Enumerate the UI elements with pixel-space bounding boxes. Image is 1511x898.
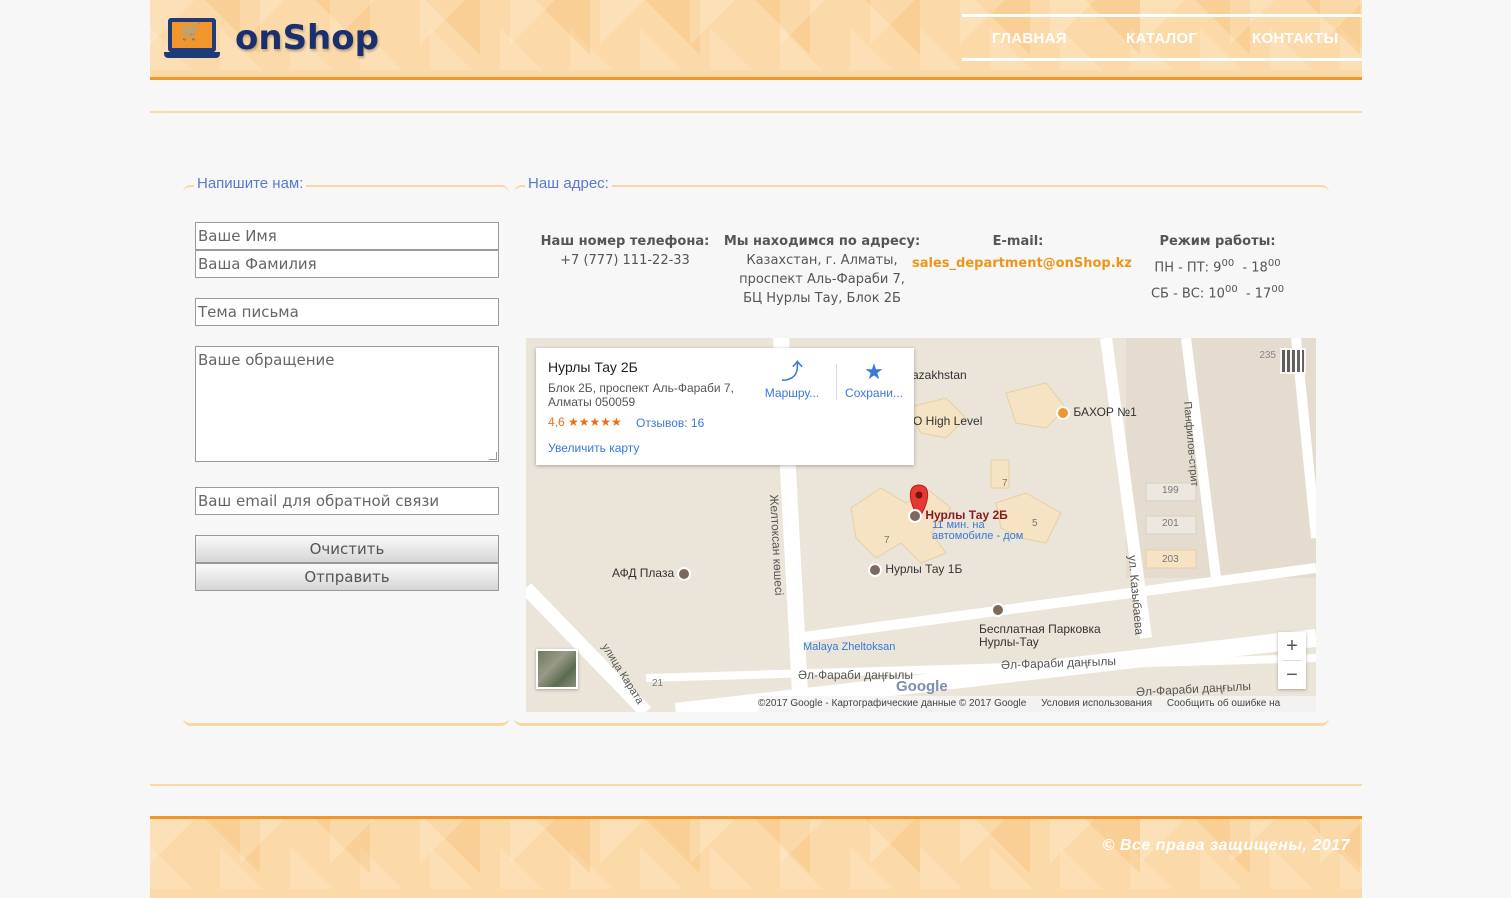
save-place-button[interactable]: ★ Сохрани... <box>839 358 909 400</box>
building-number: 5 <box>1032 518 1038 529</box>
copyright: © Все права защищены, 2017 <box>1102 837 1350 854</box>
email-label: E-mail: <box>992 234 1044 249</box>
hours-block: Режим работы: ПН - ПТ: 900 - 1800 СБ - В… <box>1130 232 1305 304</box>
pin-travel-time: 11 мин. на автомобиле - дом <box>932 519 1024 542</box>
place-address: Блок 2Б, проспект Аль-Фараби 7, Алматы 0… <box>548 381 734 409</box>
address-line: проспект Аль-Фараби 7, <box>739 272 905 287</box>
phone-label: Наш номер телефона: <box>540 234 710 249</box>
google-logo: Google <box>896 678 948 695</box>
subject-input[interactable]: Тема письма <box>195 298 499 326</box>
message-textarea[interactable]: Ваше обращение <box>195 346 499 462</box>
zoom-out-button[interactable]: − <box>1278 661 1306 689</box>
zoom-control: + − <box>1278 632 1306 689</box>
map-label: azakhstan <box>912 368 967 382</box>
logo-text: onShop <box>235 18 379 58</box>
clear-button[interactable]: Очистить <box>195 535 499 563</box>
site-header: 🛒 onShop ГЛАВНАЯ КАТАЛОГ КОНТАКТЫ <box>150 0 1362 80</box>
address-title: Наш адрес: <box>525 175 612 192</box>
write-us-title: Напишите нам: <box>194 175 307 192</box>
phone-value: +7 (777) 111-22-33 <box>560 253 690 268</box>
building-icon <box>908 508 922 523</box>
email-link[interactable]: sales_department@onShop.kz <box>912 254 1132 273</box>
satellite-toggle[interactable] <box>536 649 578 689</box>
qr-code-icon <box>1280 348 1306 374</box>
poi-parking[interactable]: Бесплатная Парковка Нурлы-Тау <box>979 623 1101 649</box>
nav-home[interactable]: ГЛАВНАЯ <box>992 30 1067 47</box>
building-number: 7 <box>1002 478 1008 489</box>
place-rating: 4,6 ★★★★★ <box>548 415 622 429</box>
place-title: Нурлы Тау 2Б <box>548 359 638 375</box>
poi-afd[interactable]: АФД Плаза <box>612 566 692 581</box>
parking-icon <box>991 602 1005 617</box>
email-block: E-mail: sales_department@onShop.kz <box>912 232 1132 273</box>
divider <box>150 784 1362 786</box>
building-number: 201 <box>1162 518 1179 529</box>
poi-nurly-1b[interactable]: Нурлы Тау 1Б <box>868 562 962 577</box>
directions-icon: ⤴ <box>780 359 803 384</box>
divider <box>150 111 1362 113</box>
map-data-credit: ©2017 Google - Картографические данные ©… <box>758 698 1027 709</box>
enlarge-map-link[interactable]: Увеличить карту <box>548 441 639 455</box>
building-number: 21 <box>652 678 664 689</box>
google-map[interactable]: 235 azakhstan O High Level БАХОР №1 Нурл… <box>526 338 1316 712</box>
resize-handle[interactable] <box>489 452 497 460</box>
hours-label: Режим работы: <box>1159 234 1276 249</box>
email-input[interactable]: Ваш email для обратной связи <box>195 487 499 515</box>
map-number: 235 <box>1259 350 1276 361</box>
phone-block: Наш номер телефона: +7 (777) 111-22-33 <box>540 232 710 270</box>
map-attribution: ©2017 Google - Картографические данные ©… <box>758 696 1316 712</box>
directions-button[interactable]: ⤴ Маршру... <box>757 358 827 400</box>
cafe-icon <box>1056 405 1070 420</box>
main-nav: ГЛАВНАЯ КАТАЛОГ КОНТАКТЫ <box>962 14 1362 61</box>
first-name-input[interactable]: Ваше Имя <box>195 222 499 250</box>
building-number: 199 <box>1162 485 1179 496</box>
address-line: Казахстан, г. Алматы, <box>746 253 898 268</box>
last-name-input[interactable]: Ваша Фамилия <box>195 250 499 278</box>
nav-contacts[interactable]: КОНТАКТЫ <box>1252 30 1338 47</box>
address-line: БЦ Нурлы Тау, Блок 2Б <box>743 291 901 306</box>
laptop-cart-icon: 🛒 <box>164 16 220 60</box>
address-label: Мы находимся по адресу: <box>723 234 921 249</box>
zoom-in-button[interactable]: + <box>1278 632 1306 660</box>
building-icon <box>868 562 882 577</box>
bus-stop-label[interactable]: Malaya Zheltoksan <box>803 641 895 653</box>
reviews-link[interactable]: Отзывов: 16 <box>636 416 704 430</box>
poi-bahor[interactable]: БАХОР №1 <box>1056 405 1137 420</box>
building-number: 203 <box>1162 554 1179 565</box>
map-label: O High Level <box>913 414 983 428</box>
address-block: Мы находимся по адресу: Казахстан, г. Ал… <box>722 232 922 308</box>
place-card: Нурлы Тау 2Б Блок 2Б, проспект Аль-Фараб… <box>536 348 914 465</box>
hours-weekend: СБ - ВС: 1000 - 1700 <box>1150 284 1285 302</box>
building-number: 7 <box>884 535 890 546</box>
hours-weekdays: ПН - ПТ: 900 - 1800 <box>1154 258 1281 276</box>
building-icon <box>677 566 692 581</box>
site-footer: © Все права защищены, 2017 <box>150 816 1362 898</box>
send-button[interactable]: Отправить <box>195 563 499 591</box>
nav-catalog[interactable]: КАТАЛОГ <box>1126 30 1197 47</box>
star-icon: ★ <box>864 359 884 384</box>
terms-link[interactable]: Условия использования <box>1041 698 1152 709</box>
logo[interactable]: 🛒 onShop <box>164 16 379 60</box>
message-placeholder: Ваше обращение <box>198 351 335 369</box>
